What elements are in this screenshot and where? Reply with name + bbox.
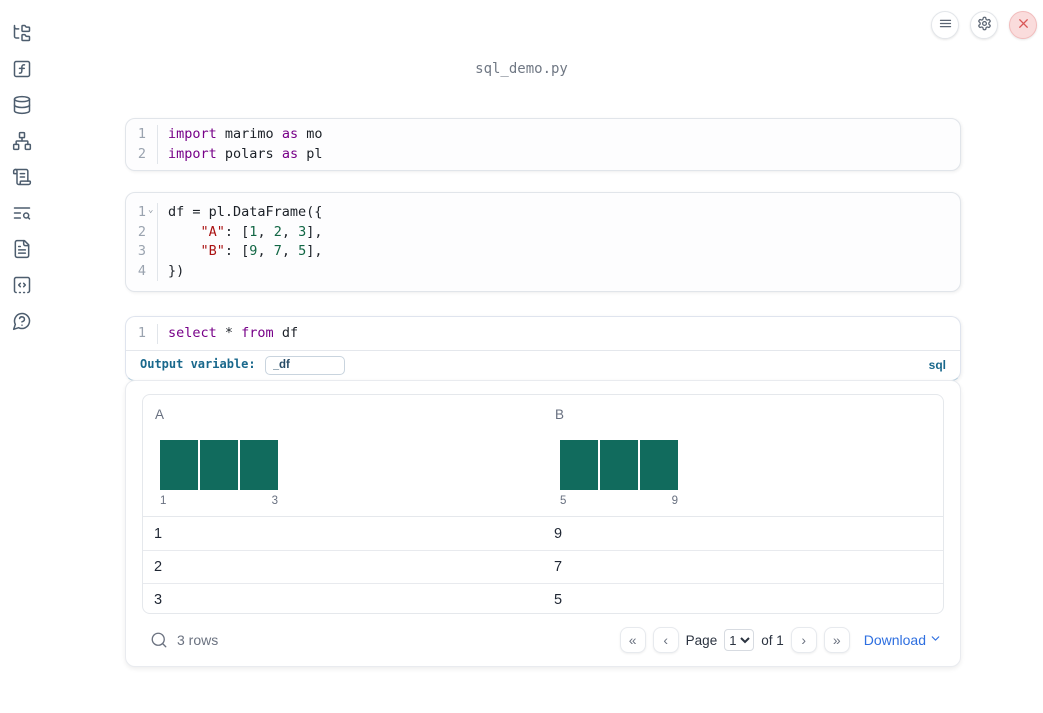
sidebar: [0, 0, 44, 713]
code-line: 1 ⌄ df = pl.DataFrame({: [126, 203, 960, 223]
logs-icon[interactable]: [12, 167, 32, 187]
code-line: 3 "B": [9, 7, 5],: [126, 242, 960, 262]
code-line: 1 import marimo as mo: [126, 125, 960, 145]
file-explorer-icon[interactable]: [12, 23, 32, 43]
column-histogram: [155, 440, 531, 490]
row-count-label: 3 rows: [177, 632, 219, 648]
settings-button[interactable]: [970, 11, 998, 39]
notebook: 1 import marimo as mo 2 import polars as pl…: [125, 0, 961, 713]
histogram-bar: [600, 440, 638, 490]
column-name: A: [155, 407, 165, 422]
column-header-b[interactable]: B59: [543, 395, 943, 516]
code-line: 2 import polars as pl: [126, 144, 960, 164]
code-cell-dataframe[interactable]: 1 ⌄ df = pl.DataFrame({2 "A": [1, 2, 3], 3 …: [125, 192, 961, 292]
code-text: import polars as pl: [168, 145, 323, 162]
page-of-label: of 1: [761, 632, 784, 648]
line-number: 2: [126, 144, 158, 164]
output-variable-label: Output variable:: [140, 357, 256, 372]
table-output-card: A13B59 192735 3 rows « ‹ Page 1 of 1 › »…: [125, 380, 961, 667]
line-number: 3: [126, 242, 158, 262]
sql-editor[interactable]: 1 select * from df: [126, 317, 960, 351]
datasources-icon[interactable]: [12, 95, 32, 115]
first-page-button[interactable]: «: [619, 627, 646, 653]
code-text: }): [168, 262, 185, 279]
search-icon: [150, 632, 168, 652]
table-cell: 2: [154, 559, 163, 575]
next-page-button[interactable]: ›: [790, 627, 817, 653]
code-cell-imports[interactable]: 1 import marimo as mo 2 import polars as pl: [125, 118, 961, 171]
code-text: df = pl.DataFrame({: [168, 204, 323, 220]
language-badge[interactable]: sql: [929, 358, 946, 372]
histogram-bar: [240, 440, 278, 490]
chevron-down-icon: [929, 632, 942, 648]
column-name: B: [555, 407, 565, 422]
code-line: 1 select * from df: [126, 324, 960, 344]
table-footer: 3 rows « ‹ Page 1 of 1 › » Download: [142, 614, 944, 666]
line-number: 1: [126, 125, 158, 145]
histogram-axis: 13: [160, 495, 278, 507]
table-cell: 9: [554, 525, 563, 542]
code-text: "B": [9, 7, 5],: [200, 243, 323, 259]
histogram-bar: [560, 440, 598, 490]
table-row: 27: [143, 550, 943, 583]
sql-cell[interactable]: 1 select * from df Output variable: sql: [125, 316, 961, 381]
fold-indicator-icon[interactable]: ⌄: [148, 201, 153, 221]
download-label: Download: [863, 632, 926, 648]
line-number: 1: [126, 324, 158, 344]
output-variable-input[interactable]: [264, 355, 345, 375]
code-text: "A": [1, 2, 3],: [200, 223, 323, 240]
search-button[interactable]: [150, 631, 168, 649]
code-text: select * from df: [168, 325, 299, 341]
axis-min-label: 5: [560, 495, 567, 507]
data-table: A13B59 192735: [142, 394, 944, 614]
dependency-graph-icon[interactable]: [12, 131, 32, 151]
shutdown-button[interactable]: [1009, 11, 1037, 39]
axis-max-label: 9: [671, 495, 678, 507]
histogram-bar: [200, 440, 238, 490]
download-button[interactable]: Download: [864, 632, 942, 648]
histogram-axis: 59: [560, 495, 678, 507]
table-cell: 1: [154, 525, 163, 542]
help-icon[interactable]: [12, 311, 32, 331]
table-header-row: A13B59: [143, 395, 943, 517]
previous-page-button[interactable]: ‹: [652, 627, 679, 653]
gear-icon: [977, 16, 992, 34]
column-header-a[interactable]: A13: [143, 395, 543, 516]
code-line: 4}): [126, 261, 960, 281]
table-row: 19: [143, 517, 943, 550]
close-icon: [1016, 16, 1031, 34]
axis-max-label: 3: [271, 495, 278, 507]
table-cell: 7: [554, 559, 563, 575]
pagination: « ‹ Page 1 of 1 › » Download: [619, 627, 942, 653]
last-page-button[interactable]: »: [823, 627, 850, 653]
snippets-icon[interactable]: [12, 275, 32, 295]
table-cell: 3: [154, 592, 163, 608]
page-label: Page: [685, 632, 718, 648]
table-row: 35: [143, 583, 943, 613]
documentation-icon[interactable]: [12, 239, 32, 259]
sql-cell-footer: Output variable: sql: [126, 351, 960, 380]
line-number: 1 ⌄: [126, 203, 158, 223]
histogram-bar: [640, 440, 678, 490]
line-number: 4: [126, 261, 158, 281]
column-histogram: [555, 440, 931, 490]
code-text: import marimo as mo: [168, 126, 323, 142]
axis-min-label: 1: [160, 495, 167, 507]
table-cell: 5: [554, 592, 563, 608]
page-select[interactable]: 1: [724, 629, 755, 651]
line-number: 2: [126, 222, 158, 242]
table-body: 192735: [143, 517, 943, 613]
table-of-contents-icon[interactable]: [12, 203, 32, 223]
histogram-bar: [160, 440, 198, 490]
code-line: 2 "A": [1, 2, 3],: [126, 222, 960, 242]
